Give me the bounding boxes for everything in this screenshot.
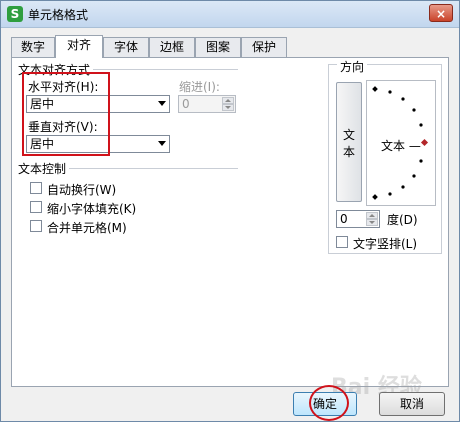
cancel-button[interactable]: 取消 bbox=[379, 392, 445, 416]
close-button[interactable]: × bbox=[429, 4, 453, 22]
degrees-value: 0 bbox=[340, 212, 348, 226]
window-title: 单元格格式 bbox=[28, 8, 89, 22]
spin-up-icon[interactable] bbox=[366, 212, 378, 219]
dial-text: 文本 — bbox=[381, 139, 421, 153]
orientation-group-label: 方向 bbox=[337, 58, 368, 75]
wrap-text-label: 自动换行(W) bbox=[47, 183, 117, 197]
format-cells-dialog: S 单元格格式 × 数字 对齐 字体 边框 图案 保护 文本对齐方式 水平对齐(… bbox=[0, 0, 460, 422]
indent-value: 0 bbox=[182, 97, 190, 111]
chevron-down-icon bbox=[158, 101, 166, 106]
spin-down-icon bbox=[222, 104, 234, 111]
tab-number[interactable]: 数字 bbox=[11, 37, 55, 57]
text-control-group-label: 文本控制 bbox=[18, 160, 70, 177]
spin-down-icon[interactable] bbox=[366, 219, 378, 226]
title-bar[interactable]: S 单元格格式 × bbox=[1, 1, 459, 28]
indent-label: 缩进(I): bbox=[179, 80, 220, 94]
vertical-text-label: 文字竖排(L) bbox=[353, 237, 418, 251]
tab-pattern[interactable]: 图案 bbox=[195, 37, 241, 57]
vertical-text-button-label: 文本 bbox=[343, 128, 356, 159]
chevron-down-icon bbox=[158, 141, 166, 146]
highlight-box bbox=[22, 72, 110, 156]
indent-spinner: 0 bbox=[178, 95, 236, 113]
shrink-to-fit-label: 缩小字体填充(K) bbox=[47, 202, 137, 216]
app-icon: S bbox=[7, 6, 23, 22]
tab-border[interactable]: 边框 bbox=[149, 37, 195, 57]
shrink-to-fit-checkbox[interactable] bbox=[30, 201, 42, 213]
tab-protection[interactable]: 保护 bbox=[241, 37, 287, 57]
tab-alignment[interactable]: 对齐 bbox=[55, 35, 103, 58]
degrees-label: 度(D) bbox=[387, 213, 418, 227]
wrap-text-checkbox[interactable] bbox=[30, 182, 42, 194]
degrees-spinner[interactable]: 0 bbox=[336, 210, 380, 228]
vertical-text-button[interactable]: 文本 bbox=[336, 82, 362, 202]
highlight-circle bbox=[309, 385, 349, 421]
orientation-dial[interactable]: 文本 — bbox=[366, 80, 436, 206]
vertical-text-checkbox[interactable] bbox=[336, 236, 348, 248]
spin-up-icon bbox=[222, 97, 234, 104]
merge-cells-checkbox[interactable] bbox=[30, 220, 42, 232]
alignment-panel: 文本对齐方式 水平对齐(H): 居中 缩进(I): 0 垂直对齐(V): 居中 … bbox=[11, 57, 449, 387]
merge-cells-label: 合并单元格(M) bbox=[47, 221, 127, 235]
tab-font[interactable]: 字体 bbox=[103, 37, 149, 57]
